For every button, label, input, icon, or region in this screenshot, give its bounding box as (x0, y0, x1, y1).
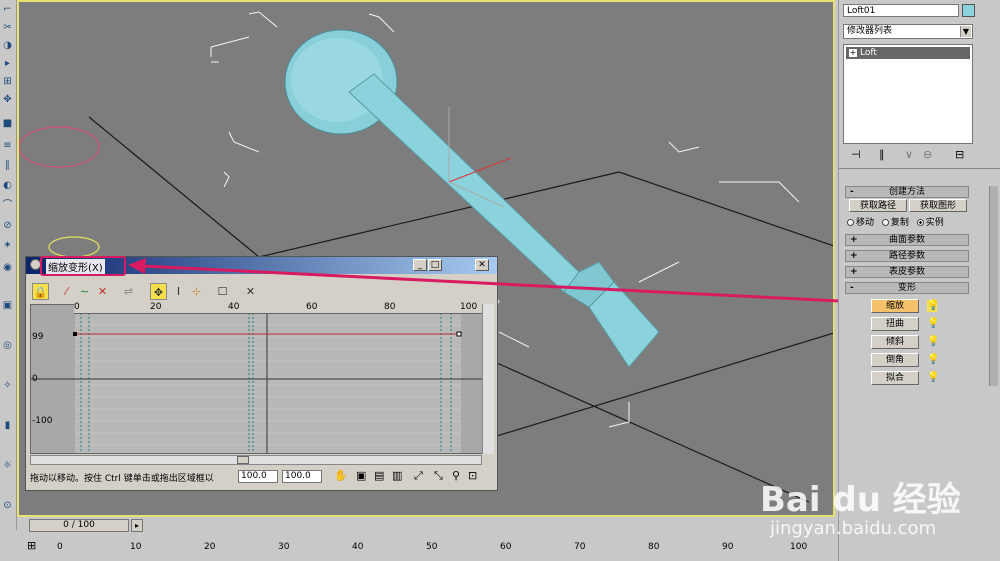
teeter-deform-button[interactable]: 倾斜 (871, 335, 919, 349)
time-controls: 0 / 100 ▸ ⊞ 0 10 20 30 40 50 60 70 80 90… (17, 517, 837, 561)
configure-modifier-sets-icon[interactable]: ⊟ (955, 148, 964, 161)
rollout-path-params[interactable]: + 路径参数 (845, 250, 969, 262)
track-bar[interactable]: 0 10 20 30 40 50 60 70 80 90 100 (57, 538, 837, 561)
object-color-swatch[interactable] (962, 4, 975, 17)
panel-scrollbar[interactable] (989, 186, 998, 386)
expand-icon[interactable]: + (849, 49, 857, 57)
fit-deform-button[interactable]: 拟合 (871, 371, 919, 385)
rollout-creation-method[interactable]: - 创建方法 (845, 186, 969, 198)
divider (839, 168, 1000, 169)
stack-item-loft[interactable]: + Loft (846, 47, 970, 59)
creation-radio-group: 移动 复制 实例 (847, 215, 944, 228)
modifier-stack[interactable]: + Loft (843, 44, 973, 144)
modifier-list-label: 修改器列表 (847, 26, 893, 36)
stack-item-label: Loft (860, 48, 877, 58)
track-bar-icon[interactable]: ⊞ (27, 539, 36, 552)
timeline-tick: 20 (204, 542, 216, 552)
twist-deform-button[interactable]: 扭曲 (871, 317, 919, 331)
get-path-button[interactable]: 获取路径 (849, 199, 907, 212)
timeline-tick: 30 (278, 542, 290, 552)
get-shape-button[interactable]: 获取图形 (909, 199, 967, 212)
twist-enable-bulb-icon[interactable]: 💡 (927, 318, 939, 330)
object-name-field[interactable]: Loft01 (843, 4, 959, 17)
bevel-deform-button[interactable]: 倒角 (871, 353, 919, 367)
timeline-tick: 70 (574, 542, 586, 552)
rollout-deformations[interactable]: - 变形 (845, 282, 969, 294)
remove-modifier-icon[interactable]: ⊖ (923, 148, 932, 161)
rollout-surface-params[interactable]: + 曲面参数 (845, 234, 969, 246)
timeline-tick: 10 (130, 542, 142, 552)
scale-enable-bulb-icon[interactable]: 💡 (927, 300, 939, 312)
rollout-skin-params[interactable]: + 表皮参数 (845, 266, 969, 278)
baidu-watermark: Bai du 经验 jingyan.baidu.com (740, 452, 980, 547)
instance-radio[interactable]: 实例 (916, 218, 944, 228)
timeline-tick: 40 (352, 542, 364, 552)
timeline-tick: 90 (722, 542, 734, 552)
fit-enable-bulb-icon[interactable]: 💡 (927, 372, 939, 384)
pin-stack-icon[interactable]: ⊣ (851, 148, 861, 161)
timeline-tick: 80 (648, 542, 660, 552)
stack-toolbar: ⊣ ∥ ∨ ⊖ ⊟ (843, 148, 973, 164)
timeline-tick: 0 (57, 542, 63, 552)
watermark-logo: Bai du 经验 (760, 480, 961, 520)
next-frame-icon[interactable]: ▸ (131, 519, 143, 532)
copy-radio[interactable]: 复制 (881, 218, 909, 228)
time-slider-label: 0 / 100 (63, 520, 95, 530)
timeline-tick: 60 (500, 542, 512, 552)
timeline-tick: 50 (426, 542, 438, 552)
move-radio[interactable]: 移动 (847, 218, 874, 228)
show-end-result-icon[interactable]: ∥ (879, 148, 885, 161)
teeter-enable-bulb-icon[interactable]: 💡 (927, 336, 939, 348)
bevel-enable-bulb-icon[interactable]: 💡 (927, 354, 939, 366)
modifier-list-dropdown[interactable]: 修改器列表 ▼ (843, 24, 973, 39)
scale-deform-button[interactable]: 缩放 (871, 299, 919, 313)
watermark-url: jingyan.baidu.com (770, 518, 937, 539)
time-slider[interactable]: 0 / 100 (29, 519, 129, 532)
chevron-down-icon[interactable]: ▼ (960, 26, 971, 37)
make-unique-icon[interactable]: ∨ (905, 148, 913, 161)
